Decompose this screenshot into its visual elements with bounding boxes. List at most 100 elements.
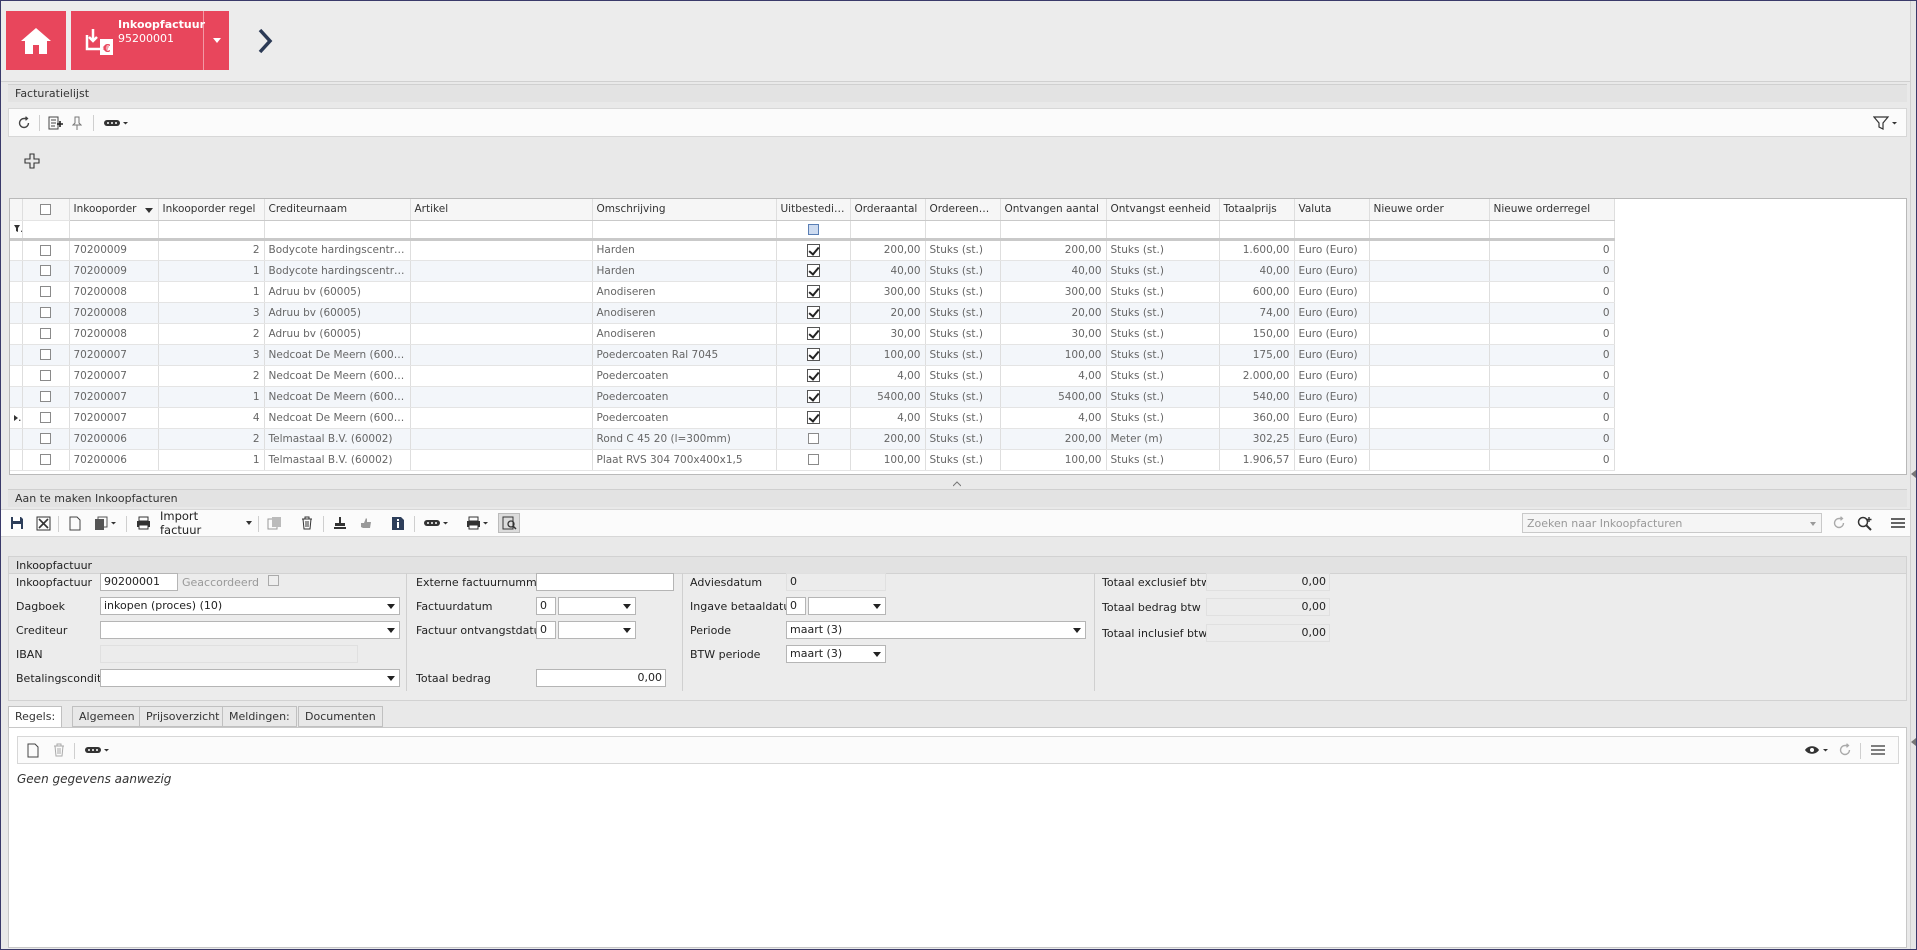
collapse-handle-icon[interactable] [1911, 738, 1916, 746]
column-header[interactable]: Inkooporder [69, 199, 159, 221]
column-header[interactable]: Nieuwe orderregel [1489, 199, 1615, 221]
search-input[interactable]: Zoeken naar Inkoopfacturen [1522, 513, 1822, 533]
info-document-icon[interactable] [389, 510, 407, 536]
inkoopfactuur-field[interactable]: 90200001 [100, 573, 178, 591]
ingave-betaaldatum-picker[interactable] [808, 597, 886, 615]
filter-cell[interactable] [850, 220, 926, 241]
table-row[interactable]: 70200007 2 Nedcoat De Meern (60004) Poederc… [10, 365, 1615, 387]
new-document-icon[interactable] [66, 510, 84, 536]
column-header[interactable]: Orderaantal [850, 199, 926, 221]
filter-cell[interactable] [264, 220, 411, 241]
row-checkbox[interactable] [40, 286, 51, 297]
crediteur-select[interactable] [100, 621, 400, 639]
periode-select[interactable]: maart (3) [786, 621, 1086, 639]
tab-meldingen[interactable]: Meldingen: 0 [222, 706, 297, 743]
column-header[interactable]: Uitbesteding [776, 199, 851, 221]
column-header[interactable]: Omschrijving [592, 199, 777, 221]
delete-icon[interactable] [50, 737, 68, 763]
splitter-handle[interactable] [953, 481, 961, 487]
filter-cell[interactable] [592, 220, 777, 241]
table-row[interactable]: 70200008 3 Adruu bv (60005) Anodiseren 20,00… [10, 302, 1615, 324]
import-factuur-button[interactable]: Import factuur [160, 509, 252, 537]
row-checkbox[interactable] [40, 328, 51, 339]
column-header[interactable]: Crediteurnaam [264, 199, 411, 221]
add-document-icon[interactable] [46, 109, 66, 136]
table-row[interactable]: 70200007 4 Nedcoat De Meern (60004) Poederc… [10, 407, 1615, 429]
tab-prijsoverzicht[interactable]: Prijsoverzicht [139, 706, 227, 727]
column-header[interactable]: Ordereenheid [925, 199, 1001, 221]
merge-icon[interactable] [265, 510, 285, 536]
copy-dropdown-icon[interactable] [92, 510, 120, 536]
row-checkbox[interactable] [40, 265, 51, 276]
filter-cell[interactable] [1369, 220, 1490, 241]
row-select-cell[interactable] [22, 428, 70, 450]
stamp-icon[interactable] [331, 510, 349, 536]
column-header[interactable]: Valuta [1294, 199, 1370, 221]
geaccordeerd-checkbox[interactable] [268, 575, 279, 586]
select-all-cell[interactable] [22, 199, 70, 221]
add-row-icon[interactable] [24, 153, 40, 169]
filter-cell[interactable] [22, 220, 70, 241]
table-row[interactable]: 70200007 1 Nedcoat De Meern (60004) Poederc… [10, 386, 1615, 408]
more-options-icon[interactable] [421, 510, 451, 536]
column-header[interactable]: Inkooporder regel [158, 199, 265, 221]
row-select-cell[interactable] [22, 302, 70, 324]
refresh-icon[interactable] [15, 109, 33, 136]
approve-icon[interactable] [357, 510, 375, 536]
tab-algemeen[interactable]: Algemeen [72, 706, 142, 727]
externe-factuurnummer-field[interactable] [536, 573, 674, 591]
row-checkbox[interactable] [40, 412, 51, 423]
print-icon[interactable] [134, 510, 152, 536]
row-select-cell[interactable] [22, 407, 70, 429]
filter-cell[interactable] [410, 220, 593, 241]
column-header[interactable]: Nieuwe order [1369, 199, 1490, 221]
refresh-icon[interactable] [1830, 510, 1848, 536]
row-select-cell[interactable] [22, 386, 70, 408]
row-checkbox[interactable] [40, 307, 51, 318]
table-row[interactable]: 70200009 2 Bodycote hardingscentru... Harde… [10, 239, 1615, 261]
column-header[interactable]: Totaalprijs [1219, 199, 1295, 221]
tile-dropdown[interactable] [203, 11, 229, 70]
view-options-icon[interactable] [1802, 737, 1832, 763]
row-select-cell[interactable] [22, 239, 70, 261]
filter-cell[interactable] [1000, 220, 1107, 241]
select-all-checkbox[interactable] [40, 203, 51, 215]
preview-icon[interactable] [498, 513, 520, 533]
table-row[interactable]: 70200007 3 Nedcoat De Meern (60004) Poederc… [10, 344, 1615, 366]
factuurdatum-field[interactable]: 0 [536, 597, 556, 615]
document-tile[interactable]: € Inkoopfactuur 95200001 [71, 11, 229, 70]
refresh-icon[interactable] [1836, 737, 1854, 763]
filter-cell[interactable] [776, 220, 851, 241]
menu-icon[interactable] [1888, 510, 1908, 536]
ontvangstdatum-picker[interactable] [558, 621, 636, 639]
row-checkbox[interactable] [40, 244, 51, 256]
tab-regels[interactable]: Regels: 0 [8, 706, 63, 743]
betalingsconditie-select[interactable] [100, 669, 400, 687]
btw-periode-select[interactable]: maart (3) [786, 645, 886, 663]
row-checkbox[interactable] [40, 349, 51, 360]
table-row[interactable]: 70200006 1 Telmastaal B.V. (60002) Plaat RV… [10, 449, 1615, 471]
row-checkbox[interactable] [40, 433, 51, 444]
ingave-betaaldatum-field[interactable]: 0 [786, 597, 806, 615]
more-options-icon[interactable] [101, 109, 131, 136]
row-checkbox[interactable] [40, 391, 51, 402]
table-row[interactable]: 70200008 1 Adruu bv (60005) Anodiseren 300,0… [10, 281, 1615, 303]
row-select-cell[interactable] [22, 365, 70, 387]
ontvangstdatum-field[interactable]: 0 [536, 621, 556, 639]
column-header[interactable]: Ontvangen aantal [1000, 199, 1107, 221]
filter-cell[interactable] [1489, 220, 1615, 241]
cancel-icon[interactable] [34, 510, 52, 536]
filter-cell[interactable] [925, 220, 1001, 241]
collapse-handle-icon[interactable] [1911, 470, 1916, 478]
row-select-cell[interactable] [22, 323, 70, 345]
row-checkbox[interactable] [40, 454, 51, 465]
table-row[interactable]: 70200009 1 Bodycote hardingscentru... Harde… [10, 260, 1615, 282]
dagboek-select[interactable]: inkopen (proces) (10) [100, 597, 400, 615]
row-select-cell[interactable] [22, 449, 70, 471]
column-header[interactable]: Artikel [410, 199, 593, 221]
table-row[interactable]: 70200006 2 Telmastaal B.V. (60002) Rond C 4… [10, 428, 1615, 450]
search-add-icon[interactable] [1855, 510, 1875, 536]
home-button[interactable] [6, 11, 66, 70]
print-dropdown-icon[interactable] [464, 510, 492, 536]
filter-cell[interactable] [1106, 220, 1220, 241]
